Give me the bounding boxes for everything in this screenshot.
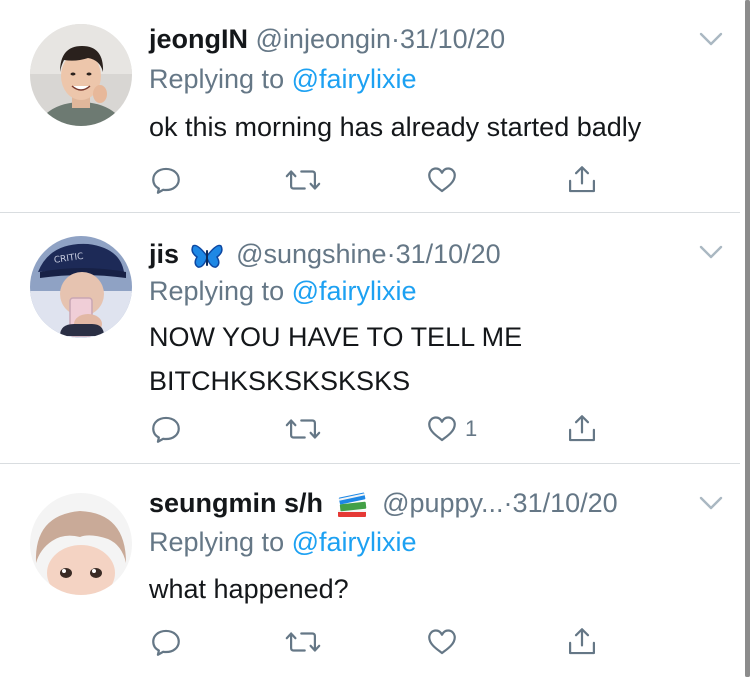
share-icon bbox=[565, 625, 599, 659]
reply-button[interactable] bbox=[149, 160, 183, 200]
tweet-header: jeongIN @injeongin·31/10/20 bbox=[149, 19, 505, 59]
reply-button[interactable] bbox=[149, 622, 183, 662]
share-button[interactable] bbox=[565, 622, 599, 662]
display-name[interactable]: jeongIN bbox=[149, 24, 248, 54]
separator-dot: · bbox=[386, 239, 396, 269]
replying-to: Replying to @fairylixie bbox=[149, 61, 417, 97]
books-icon bbox=[337, 492, 366, 517]
replying-label: Replying to bbox=[149, 527, 285, 557]
user-handle[interactable]: @sungshine bbox=[236, 239, 387, 269]
tweet-date[interactable]: 31/10/20 bbox=[400, 24, 505, 54]
butterfly-icon bbox=[190, 244, 223, 268]
scrollbar-track[interactable] bbox=[745, 0, 750, 677]
avatar-photo-icon bbox=[30, 24, 132, 126]
user-handle[interactable]: @injeongin bbox=[256, 24, 392, 54]
avatar-photo-icon bbox=[30, 493, 132, 595]
replying-to: Replying to @fairylixie bbox=[149, 273, 417, 309]
tweet-text: NOW YOU HAVE TO TELL ME BITCHKSKSKSKSKS bbox=[149, 315, 709, 403]
tweet-date[interactable]: 31/10/20 bbox=[396, 239, 501, 269]
avatar[interactable] bbox=[30, 24, 132, 126]
retweet-icon bbox=[284, 163, 322, 197]
like-button[interactable] bbox=[425, 622, 465, 662]
reply-tweet[interactable]: CRITIC jis @sungshine·31/10/20 Replying … bbox=[0, 213, 740, 464]
reply-icon bbox=[149, 163, 183, 197]
retweet-button[interactable] bbox=[284, 409, 322, 449]
tweet-header: seungmin s/h @puppy...·31/10/20 bbox=[149, 483, 618, 523]
retweet-icon bbox=[284, 412, 322, 446]
like-button[interactable] bbox=[425, 160, 465, 200]
reply-button[interactable] bbox=[149, 409, 183, 449]
like-count: 1 bbox=[465, 416, 478, 441]
reply-tweet[interactable]: jeongIN @injeongin·31/10/20 Replying to … bbox=[0, 0, 740, 213]
share-icon bbox=[565, 412, 599, 446]
chevron-down-icon[interactable] bbox=[696, 488, 726, 518]
like-icon bbox=[425, 163, 459, 197]
like-icon bbox=[425, 412, 459, 446]
retweet-button[interactable] bbox=[284, 160, 322, 200]
tweet-header: jis @sungshine·31/10/20 bbox=[149, 234, 501, 274]
tweet-text: what happened? bbox=[149, 574, 349, 604]
action-bar bbox=[149, 622, 619, 662]
like-icon bbox=[425, 625, 459, 659]
like-button[interactable]: 1 bbox=[425, 409, 477, 449]
chevron-down-icon[interactable] bbox=[696, 237, 726, 267]
share-button[interactable] bbox=[565, 160, 599, 200]
display-name[interactable]: seungmin s/h bbox=[149, 488, 323, 518]
avatar-photo-icon: CRITIC bbox=[30, 236, 132, 338]
reply-icon bbox=[149, 412, 183, 446]
replying-label: Replying to bbox=[149, 276, 285, 306]
avatar[interactable] bbox=[30, 493, 132, 595]
retweet-icon bbox=[284, 625, 322, 659]
display-name[interactable]: jis bbox=[149, 239, 179, 269]
replying-to: Replying to @fairylixie bbox=[149, 524, 417, 560]
share-icon bbox=[565, 163, 599, 197]
separator-dot: · bbox=[503, 488, 513, 518]
separator-dot: · bbox=[391, 24, 401, 54]
scrollbar-thumb[interactable] bbox=[745, 0, 750, 677]
tweet-text: ok this morning has already started badl… bbox=[149, 112, 642, 142]
tweet-text-line: NOW YOU HAVE TO TELL ME bbox=[149, 322, 523, 352]
replying-handle-link[interactable]: @fairylixie bbox=[292, 527, 417, 557]
user-handle[interactable]: @puppy... bbox=[382, 488, 503, 518]
replying-handle-link[interactable]: @fairylixie bbox=[292, 276, 417, 306]
action-bar: 1 bbox=[149, 409, 619, 449]
replying-label: Replying to bbox=[149, 64, 285, 94]
retweet-button[interactable] bbox=[284, 622, 322, 662]
reply-icon bbox=[149, 625, 183, 659]
chevron-down-icon[interactable] bbox=[696, 24, 726, 54]
tweet-date[interactable]: 31/10/20 bbox=[513, 488, 618, 518]
tweet-text-line: BITCHKSKSKSKSKS bbox=[149, 366, 411, 396]
replying-handle-link[interactable]: @fairylixie bbox=[292, 64, 417, 94]
share-button[interactable] bbox=[565, 409, 599, 449]
action-bar bbox=[149, 160, 619, 200]
reply-tweet[interactable]: seungmin s/h @puppy...·31/10/20 Replying… bbox=[0, 464, 740, 677]
avatar[interactable]: CRITIC bbox=[30, 236, 132, 338]
